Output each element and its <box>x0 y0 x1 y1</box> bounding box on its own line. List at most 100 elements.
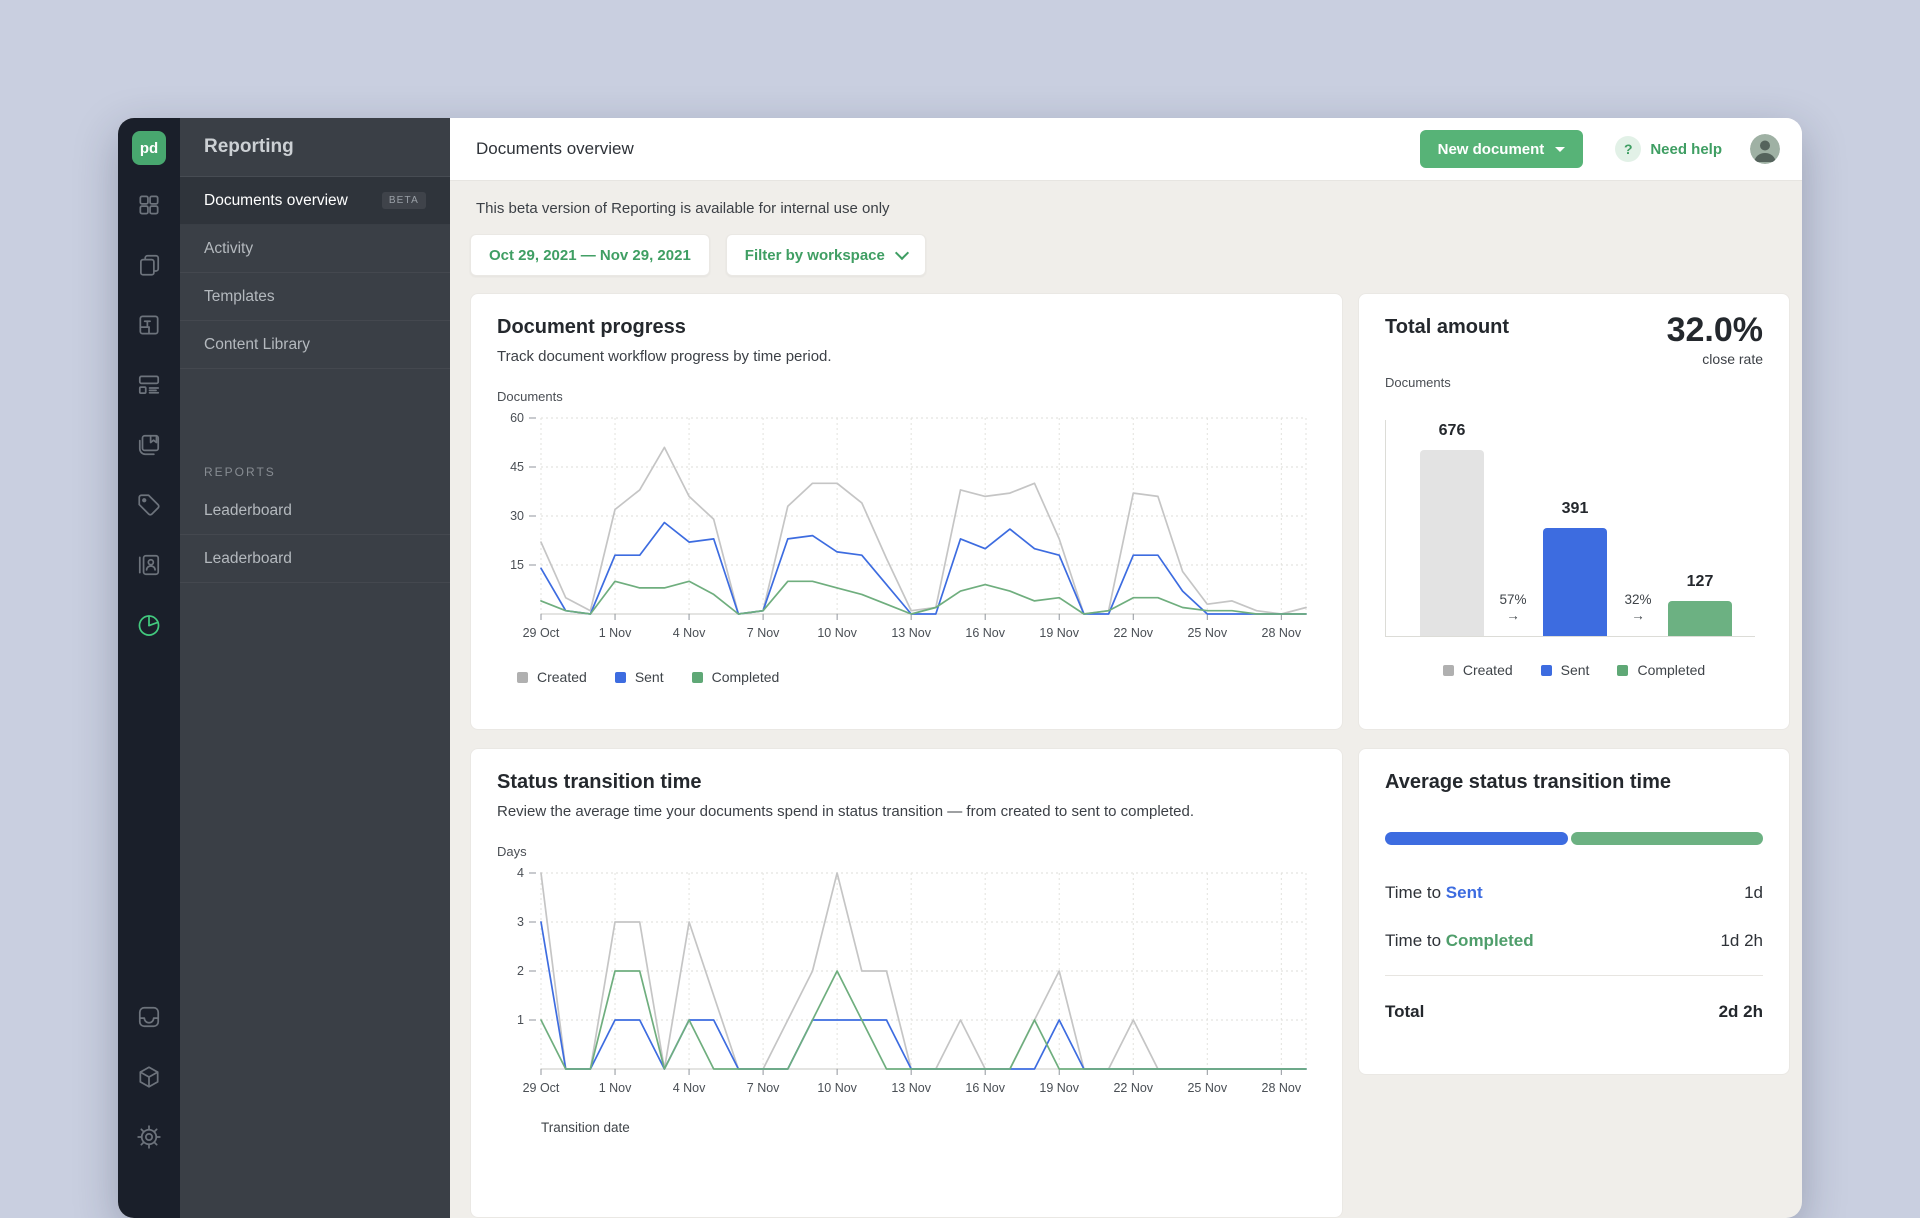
svg-text:10 Nov: 10 Nov <box>817 626 857 640</box>
arrow-right-icon: → <box>1606 608 1670 624</box>
sidebar-item-leaderboard-1[interactable]: Leaderboard <box>180 487 450 535</box>
divider <box>1385 975 1763 976</box>
card-title: Average status transition time <box>1385 771 1763 794</box>
series-sent-line <box>541 922 1306 1069</box>
sidebar-item-label: Leaderboard <box>204 550 292 568</box>
date-range-label: Oct 29, 2021 — Nov 29, 2021 <box>489 247 691 264</box>
bar-chart-y-axis <box>1385 420 1386 636</box>
content-library-icon[interactable] <box>136 432 162 458</box>
svg-text:45: 45 <box>510 460 524 474</box>
question-mark-icon: ? <box>1615 136 1641 162</box>
sidebar-item-label: Activity <box>204 240 253 258</box>
workspace-filter-label: Filter by workspace <box>745 247 885 264</box>
sidebar-item-label: Content Library <box>204 336 310 354</box>
completed-progress-segment <box>1571 832 1763 845</box>
sidebar-item-label: Documents overview <box>204 192 348 210</box>
card-title: Status transition time <box>497 771 1316 794</box>
rail-icon-group-bottom <box>136 1004 162 1150</box>
transition-rows: Time to Sent 1d Time to Completed 1d 2h … <box>1385 869 1763 1038</box>
chart-legend: Created Sent Completed <box>497 669 1316 685</box>
reporting-pie-icon[interactable] <box>136 612 162 638</box>
new-document-button[interactable]: New document <box>1420 130 1584 168</box>
sent-progress-segment <box>1385 832 1568 845</box>
time-to-completed-row: Time to Completed 1d 2h <box>1385 917 1763 965</box>
close-rate-label: close rate <box>1667 351 1763 367</box>
cards-grid: Document progress Track document workflo… <box>470 293 1790 1218</box>
top-bar: Documents overview New document ? Need h… <box>450 118 1802 181</box>
svg-text:4 Nov: 4 Nov <box>673 626 706 640</box>
chevron-down-icon <box>895 246 909 260</box>
time-to-completed-value: 1d 2h <box>1720 931 1763 951</box>
sidebar-item-label: Leaderboard <box>204 502 292 520</box>
bar-value-created: 676 <box>1400 422 1504 440</box>
legend-label: Created <box>537 669 587 685</box>
total-amount-card: Total amount 32.0% close rate Documents … <box>1358 293 1790 730</box>
pandadoc-logo[interactable]: pd <box>132 131 166 165</box>
workspace-filter[interactable]: Filter by workspace <box>726 234 926 276</box>
svg-text:15: 15 <box>510 558 524 572</box>
status-transition-line-chart: 123429 Oct1 Nov4 Nov7 Nov10 Nov13 Nov16 … <box>497 859 1318 1111</box>
sidebar-item-documents-overview[interactable]: Documents overview BETA <box>180 177 450 225</box>
sidebar-item-activity[interactable]: Activity <box>180 225 450 273</box>
sidebar-title: Reporting <box>180 118 450 177</box>
forms-icon[interactable] <box>136 372 162 398</box>
legend-label: Completed <box>1637 662 1705 678</box>
page-title: Documents overview <box>476 139 1420 159</box>
avatar-image <box>1750 134 1780 164</box>
time-to-sent-label: Time to Sent <box>1385 883 1483 903</box>
dashboard-grid-icon[interactable] <box>136 192 162 218</box>
user-avatar[interactable] <box>1750 134 1780 164</box>
reports-section-label: REPORTS <box>180 465 450 479</box>
beta-notice: This beta version of Reporting is availa… <box>470 197 1790 217</box>
legend-item-sent: Sent <box>615 669 664 685</box>
settings-gear-icon[interactable] <box>136 1124 162 1150</box>
conversion-annotation-2: 32%→ <box>1606 592 1670 624</box>
inbox-icon[interactable] <box>136 1004 162 1030</box>
svg-text:29 Oct: 29 Oct <box>523 1081 560 1095</box>
legend-item-sent: Sent <box>1541 662 1590 678</box>
card-subtitle: Track document workflow progress by time… <box>497 348 1316 365</box>
legend-label: Completed <box>712 669 780 685</box>
content-area: This beta version of Reporting is availa… <box>450 181 1802 1218</box>
bar-sent <box>1543 528 1607 636</box>
integrations-cube-icon[interactable] <box>136 1064 162 1090</box>
sidebar-item-label: Templates <box>204 288 275 306</box>
status-transition-card: Status transition time Review the averag… <box>470 748 1343 1218</box>
contacts-icon[interactable] <box>136 552 162 578</box>
total-amount-bar-chart: 67639112757%→32%→ <box>1385 414 1763 654</box>
bar-created <box>1420 450 1484 636</box>
total-amount-header: Total amount 32.0% close rate <box>1385 316 1763 367</box>
rail-icon-group-top <box>136 192 162 638</box>
svg-text:1 Nov: 1 Nov <box>599 626 632 640</box>
documents-icon[interactable] <box>136 252 162 278</box>
date-range-filter[interactable]: Oct 29, 2021 — Nov 29, 2021 <box>470 234 710 276</box>
svg-text:19 Nov: 19 Nov <box>1039 626 1079 640</box>
svg-text:13 Nov: 13 Nov <box>891 1081 931 1095</box>
sidebar-item-leaderboard-2[interactable]: Leaderboard <box>180 535 450 583</box>
legend-swatch-completed <box>1617 665 1628 676</box>
need-help-link[interactable]: ? Need help <box>1615 136 1722 162</box>
time-to-sent-row: Time to Sent 1d <box>1385 869 1763 917</box>
svg-text:3: 3 <box>517 915 524 929</box>
close-rate-block: 32.0% close rate <box>1667 312 1763 367</box>
svg-text:29 Oct: 29 Oct <box>523 626 560 640</box>
bar-completed <box>1668 601 1732 636</box>
completed-status-text: Completed <box>1446 931 1534 950</box>
card-title: Total amount <box>1385 316 1509 339</box>
sidebar-item-templates[interactable]: Templates <box>180 273 450 321</box>
document-progress-line-chart: 1530456029 Oct1 Nov4 Nov7 Nov10 Nov13 No… <box>497 404 1318 656</box>
total-value: 2d 2h <box>1719 1002 1763 1022</box>
svg-text:2: 2 <box>517 964 524 978</box>
total-label: Total <box>1385 1002 1424 1022</box>
y-axis-label: Documents <box>497 389 1316 404</box>
tag-icon[interactable] <box>136 492 162 518</box>
series-sent-line <box>541 523 1306 615</box>
legend-label: Sent <box>635 669 664 685</box>
templates-icon[interactable] <box>136 312 162 338</box>
total-row: Total 2d 2h <box>1385 986 1763 1038</box>
svg-text:7 Nov: 7 Nov <box>747 626 780 640</box>
sidebar-item-content-library[interactable]: Content Library <box>180 321 450 369</box>
legend-swatch-created <box>517 672 528 683</box>
svg-text:60: 60 <box>510 411 524 425</box>
svg-text:22 Nov: 22 Nov <box>1113 1081 1153 1095</box>
